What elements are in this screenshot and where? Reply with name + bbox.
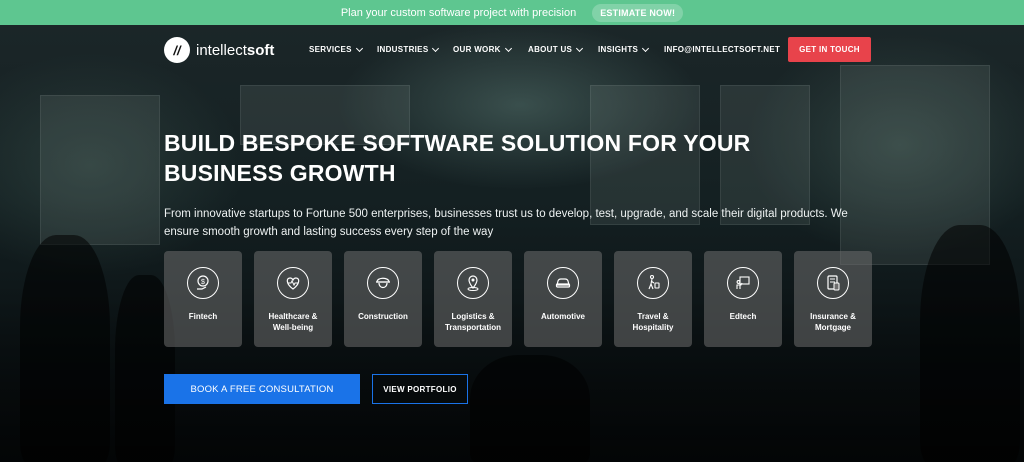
industry-label: Edtech	[729, 312, 757, 321]
chevron-down-icon	[576, 44, 584, 52]
industry-card-fintech[interactable]: $ Fintech	[164, 251, 242, 347]
view-portfolio-button[interactable]: VIEW PORTFOLIO	[372, 374, 468, 404]
dollar-hand-icon: $	[187, 267, 219, 299]
industry-label: Healthcare & Well-being	[268, 312, 318, 332]
hero-headline: BUILD BESPOKE SOFTWARE SOLUTION FOR YOUR…	[164, 130, 751, 186]
industry-label: Fintech	[188, 312, 218, 321]
logo-mark-icon: //	[164, 37, 190, 63]
industry-label: Insurance & Mortgage	[810, 312, 856, 332]
industry-card-construction[interactable]: Construction	[344, 251, 422, 347]
industry-card-logistics[interactable]: Logistics & Transportation	[434, 251, 512, 347]
industry-label: Travel & Hospitality	[632, 312, 674, 332]
logo-text: intellectsoft	[196, 41, 275, 59]
hard-hat-worker-icon	[367, 267, 399, 299]
industry-label: Logistics & Transportation	[444, 312, 501, 332]
logo[interactable]: // intellectsoft	[164, 37, 274, 63]
heart-pulse-icon	[277, 267, 309, 299]
industry-card-travel[interactable]: Travel & Hospitality	[614, 251, 692, 347]
presentation-board-icon	[727, 267, 759, 299]
get-in-touch-button[interactable]: GET IN TOUCH	[788, 37, 871, 62]
industry-label: Construction	[358, 312, 408, 321]
industry-cards: $ Fintech Healthcare & Well-being Constr…	[164, 251, 874, 347]
chevron-down-icon	[355, 44, 363, 52]
book-consultation-button[interactable]: BOOK A FREE CONSULTATION	[164, 374, 360, 404]
industry-label: Automotive	[541, 312, 585, 321]
nav-our-work[interactable]: OUR WORK	[453, 44, 512, 54]
document-phone-icon	[817, 267, 849, 299]
nav-insights[interactable]: INSIGHTS	[598, 44, 650, 54]
svg-text:$: $	[201, 279, 205, 286]
nav-services[interactable]: SERVICES	[309, 44, 363, 54]
promo-text: Plan your custom software project with p…	[340, 6, 577, 19]
nav-about-us[interactable]: ABOUT US	[528, 44, 584, 54]
hero-background	[0, 25, 1024, 462]
industry-card-insurance[interactable]: Insurance & Mortgage	[794, 251, 872, 347]
promo-bar: Plan your custom software project with p…	[0, 0, 1024, 25]
industry-card-healthcare[interactable]: Healthcare & Well-being	[254, 251, 332, 347]
map-pin-icon	[457, 267, 489, 299]
industry-card-edtech[interactable]: Edtech	[704, 251, 782, 347]
nav-industries[interactable]: INDUSTRIES	[377, 44, 440, 54]
nav-email-link[interactable]: INFO@INTELLECTSOFT.NET	[664, 45, 780, 54]
traveler-luggage-icon	[637, 267, 669, 299]
estimate-now-button[interactable]: ESTIMATE NOW!	[592, 3, 684, 22]
chevron-down-icon	[432, 44, 440, 52]
car-icon	[547, 267, 579, 299]
chevron-down-icon	[642, 44, 650, 52]
chevron-down-icon	[504, 44, 512, 52]
industry-card-automotive[interactable]: Automotive	[524, 251, 602, 347]
hero-subline: From innovative startups to Fortune 500 …	[164, 208, 848, 238]
